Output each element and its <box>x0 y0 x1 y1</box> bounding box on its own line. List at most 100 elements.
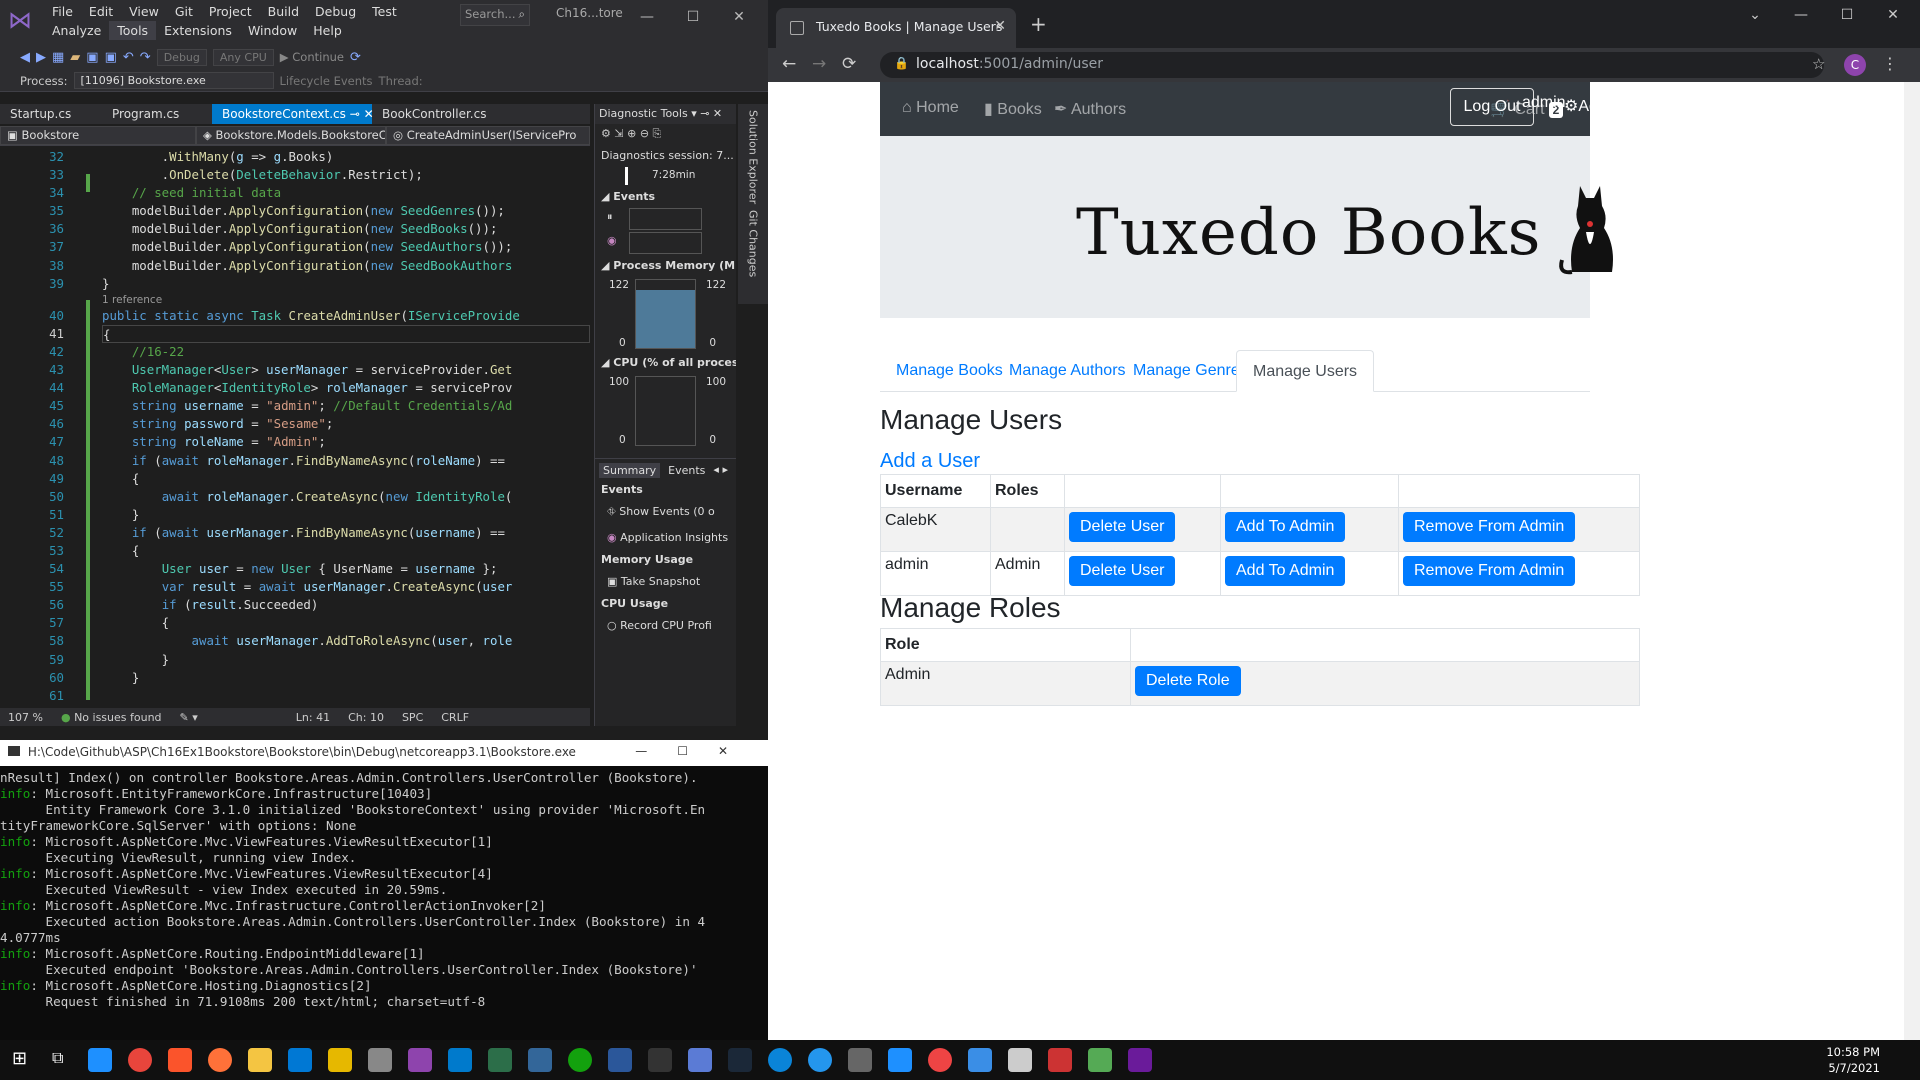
issues-indicator[interactable]: ● No issues found <box>61 711 162 724</box>
vscode-icon[interactable] <box>448 1048 472 1072</box>
zoom-level[interactable]: 107 % <box>8 711 43 724</box>
tab-bookcontroller[interactable]: BookController.cs <box>372 104 502 124</box>
member-dropdown[interactable]: ◎ CreateAdminUser(IServicePro <box>386 126 590 145</box>
lock-icon[interactable]: 🔒 <box>894 56 909 70</box>
app-icon-14[interactable] <box>1128 1048 1152 1072</box>
back-icon[interactable]: ◀ <box>20 50 30 65</box>
address-bar[interactable]: 🔒 localhost:5001/admin/user <box>880 52 1824 78</box>
new-tab-icon[interactable]: + <box>1030 12 1047 36</box>
menu-file[interactable]: File <box>44 2 81 21</box>
vs-search-input[interactable]: Search... ⌕ <box>460 4 530 26</box>
show-events-button[interactable]: ⛗ Show Events (0 o <box>595 499 736 525</box>
minimize-icon[interactable]: — <box>1778 0 1824 30</box>
profile-avatar[interactable]: C <box>1844 54 1866 76</box>
system-clock[interactable]: 10:58 PM 5/7/2021 <box>1826 1044 1880 1076</box>
new-project-icon[interactable]: ▦ <box>52 50 64 65</box>
admin-link[interactable]: ⚙Admin <box>1564 96 1624 116</box>
docker-icon[interactable] <box>808 1048 832 1072</box>
undo-icon[interactable]: ↶ <box>123 50 134 65</box>
platform-select[interactable]: Any CPU <box>212 48 274 66</box>
word-icon[interactable] <box>608 1048 632 1072</box>
application-insights-button[interactable]: ◉ Application Insights <box>595 525 736 550</box>
menu-debug[interactable]: Debug <box>307 2 364 21</box>
redo-icon[interactable]: ↷ <box>140 50 151 65</box>
menu-window[interactable]: Window <box>240 21 305 40</box>
close-icon[interactable]: ✕ <box>1870 0 1916 30</box>
timeline-ruler[interactable]: 7:28min <box>625 167 706 185</box>
record-cpu-button[interactable]: ○ Record CPU Profi <box>595 613 736 638</box>
firefox-icon[interactable] <box>208 1048 232 1072</box>
menu-tools[interactable]: Tools <box>109 21 157 40</box>
menu-project[interactable]: Project <box>201 2 260 21</box>
console-window-controls[interactable]: —☐✕ <box>635 744 758 758</box>
menu-test[interactable]: Test <box>364 2 405 21</box>
app-icon-2[interactable] <box>328 1048 352 1072</box>
app-icon-3[interactable] <box>368 1048 392 1072</box>
zoom-in-icon[interactable]: ⊕ <box>627 127 636 140</box>
menu-extensions[interactable]: Extensions <box>156 21 240 40</box>
restart-icon[interactable]: ⟳ <box>350 50 361 65</box>
class-dropdown[interactable]: ◈ Bookstore.Models.BookstoreC <box>196 126 386 145</box>
take-snapshot-button[interactable]: ▣ Take Snapshot <box>595 569 736 594</box>
app-icon-12[interactable] <box>1048 1048 1072 1072</box>
maximize-icon[interactable]: ☐ <box>1824 0 1870 30</box>
save-icon[interactable]: ▣ <box>86 50 98 65</box>
chrome-icon[interactable] <box>128 1048 152 1072</box>
open-folder-icon[interactable]: ▰ <box>70 50 80 65</box>
delete-user-button[interactable]: Delete User <box>1069 512 1176 542</box>
console-output[interactable]: nResult] Index() on controller Bookstore… <box>0 766 768 1010</box>
menu-edit[interactable]: Edit <box>81 2 121 21</box>
menu-analyze[interactable]: Analyze <box>44 21 109 40</box>
nav-books-link[interactable]: ▮ Books <box>984 99 1042 119</box>
app-icon-13[interactable] <box>1088 1048 1112 1072</box>
minimize-icon[interactable]: — <box>624 2 670 32</box>
nav-authors-link[interactable]: ✒ Authors <box>1054 99 1126 119</box>
menu-build[interactable]: Build <box>260 2 307 21</box>
maximize-icon[interactable]: ☐ <box>670 2 716 32</box>
clear-icon[interactable]: ⎘ <box>653 127 662 140</box>
menu-view[interactable]: View <box>121 2 167 21</box>
continue-button[interactable]: ▶ Continue <box>280 50 344 64</box>
app-icon-6[interactable] <box>568 1048 592 1072</box>
project-dropdown[interactable]: ▣ Bookstore <box>0 126 196 145</box>
visual-studio-icon[interactable] <box>408 1048 432 1072</box>
pin-icon[interactable]: ⊸ <box>350 107 360 121</box>
code-text[interactable]: .WithMany(g => g.Books) .OnDelete(Delete… <box>102 148 590 708</box>
remove-from-admin-button[interactable]: Remove From Admin <box>1403 512 1576 542</box>
lifecycle-events-select[interactable]: Lifecycle Events <box>280 74 373 88</box>
app-icon-1[interactable] <box>88 1048 112 1072</box>
reference-codelens[interactable]: 1 reference <box>102 293 590 307</box>
brave-icon[interactable] <box>168 1048 192 1072</box>
calculator-icon[interactable] <box>1008 1048 1032 1072</box>
add-to-admin-button[interactable]: Add To Admin <box>1225 556 1346 586</box>
tab-program[interactable]: Program.cs <box>92 104 212 124</box>
task-view-icon[interactable]: ⧉ <box>52 1048 76 1072</box>
config-select[interactable]: Debug <box>156 48 207 66</box>
tab-bookstorecontext[interactable]: BookstoreContext.cs ⊸ ✕ <box>212 104 374 124</box>
page-scrollbar[interactable] <box>1904 82 1920 1040</box>
close-icon[interactable]: ✕ <box>716 2 762 32</box>
menu-help[interactable]: Help <box>305 21 350 40</box>
tab-search-icon[interactable]: ⌄ <box>1732 0 1778 30</box>
menu-git[interactable]: Git <box>167 2 201 21</box>
delete-role-button[interactable]: Delete Role <box>1135 666 1241 696</box>
delete-user-button[interactable]: Delete User <box>1069 556 1176 586</box>
terminal-icon[interactable] <box>648 1048 672 1072</box>
forward-icon[interactable]: ▶ <box>36 50 46 65</box>
file-explorer-icon[interactable] <box>248 1048 272 1072</box>
windows-start-icon[interactable]: ⊞ <box>12 1048 36 1072</box>
remove-from-admin-button[interactable]: Remove From Admin <box>1403 556 1576 586</box>
edge-icon[interactable] <box>768 1048 792 1072</box>
brush-icon[interactable]: ✎ ▾ <box>180 711 198 724</box>
whitespace-indicator[interactable]: SPC <box>402 711 423 724</box>
code-editor[interactable]: 32 33 34 35 36 37 38 39 40 41 42 43 44 4… <box>0 148 590 708</box>
settings-icon[interactable]: ⚙ <box>601 127 611 140</box>
process-select[interactable]: [11096] Bookstore.exe <box>73 72 274 89</box>
reload-icon[interactable]: ⟳ <box>842 54 856 74</box>
forward-arrow-icon[interactable]: → <box>812 54 826 74</box>
git-changes-tab[interactable]: Git Changes <box>747 210 760 277</box>
close-tab-icon[interactable]: ✕ <box>994 18 1006 34</box>
browser-tab-active[interactable]: Tuxedo Books | Manage Users ✕ <box>776 8 1016 48</box>
app-icon-8[interactable] <box>848 1048 872 1072</box>
tab-manage-users[interactable]: Manage Users <box>1236 350 1375 392</box>
